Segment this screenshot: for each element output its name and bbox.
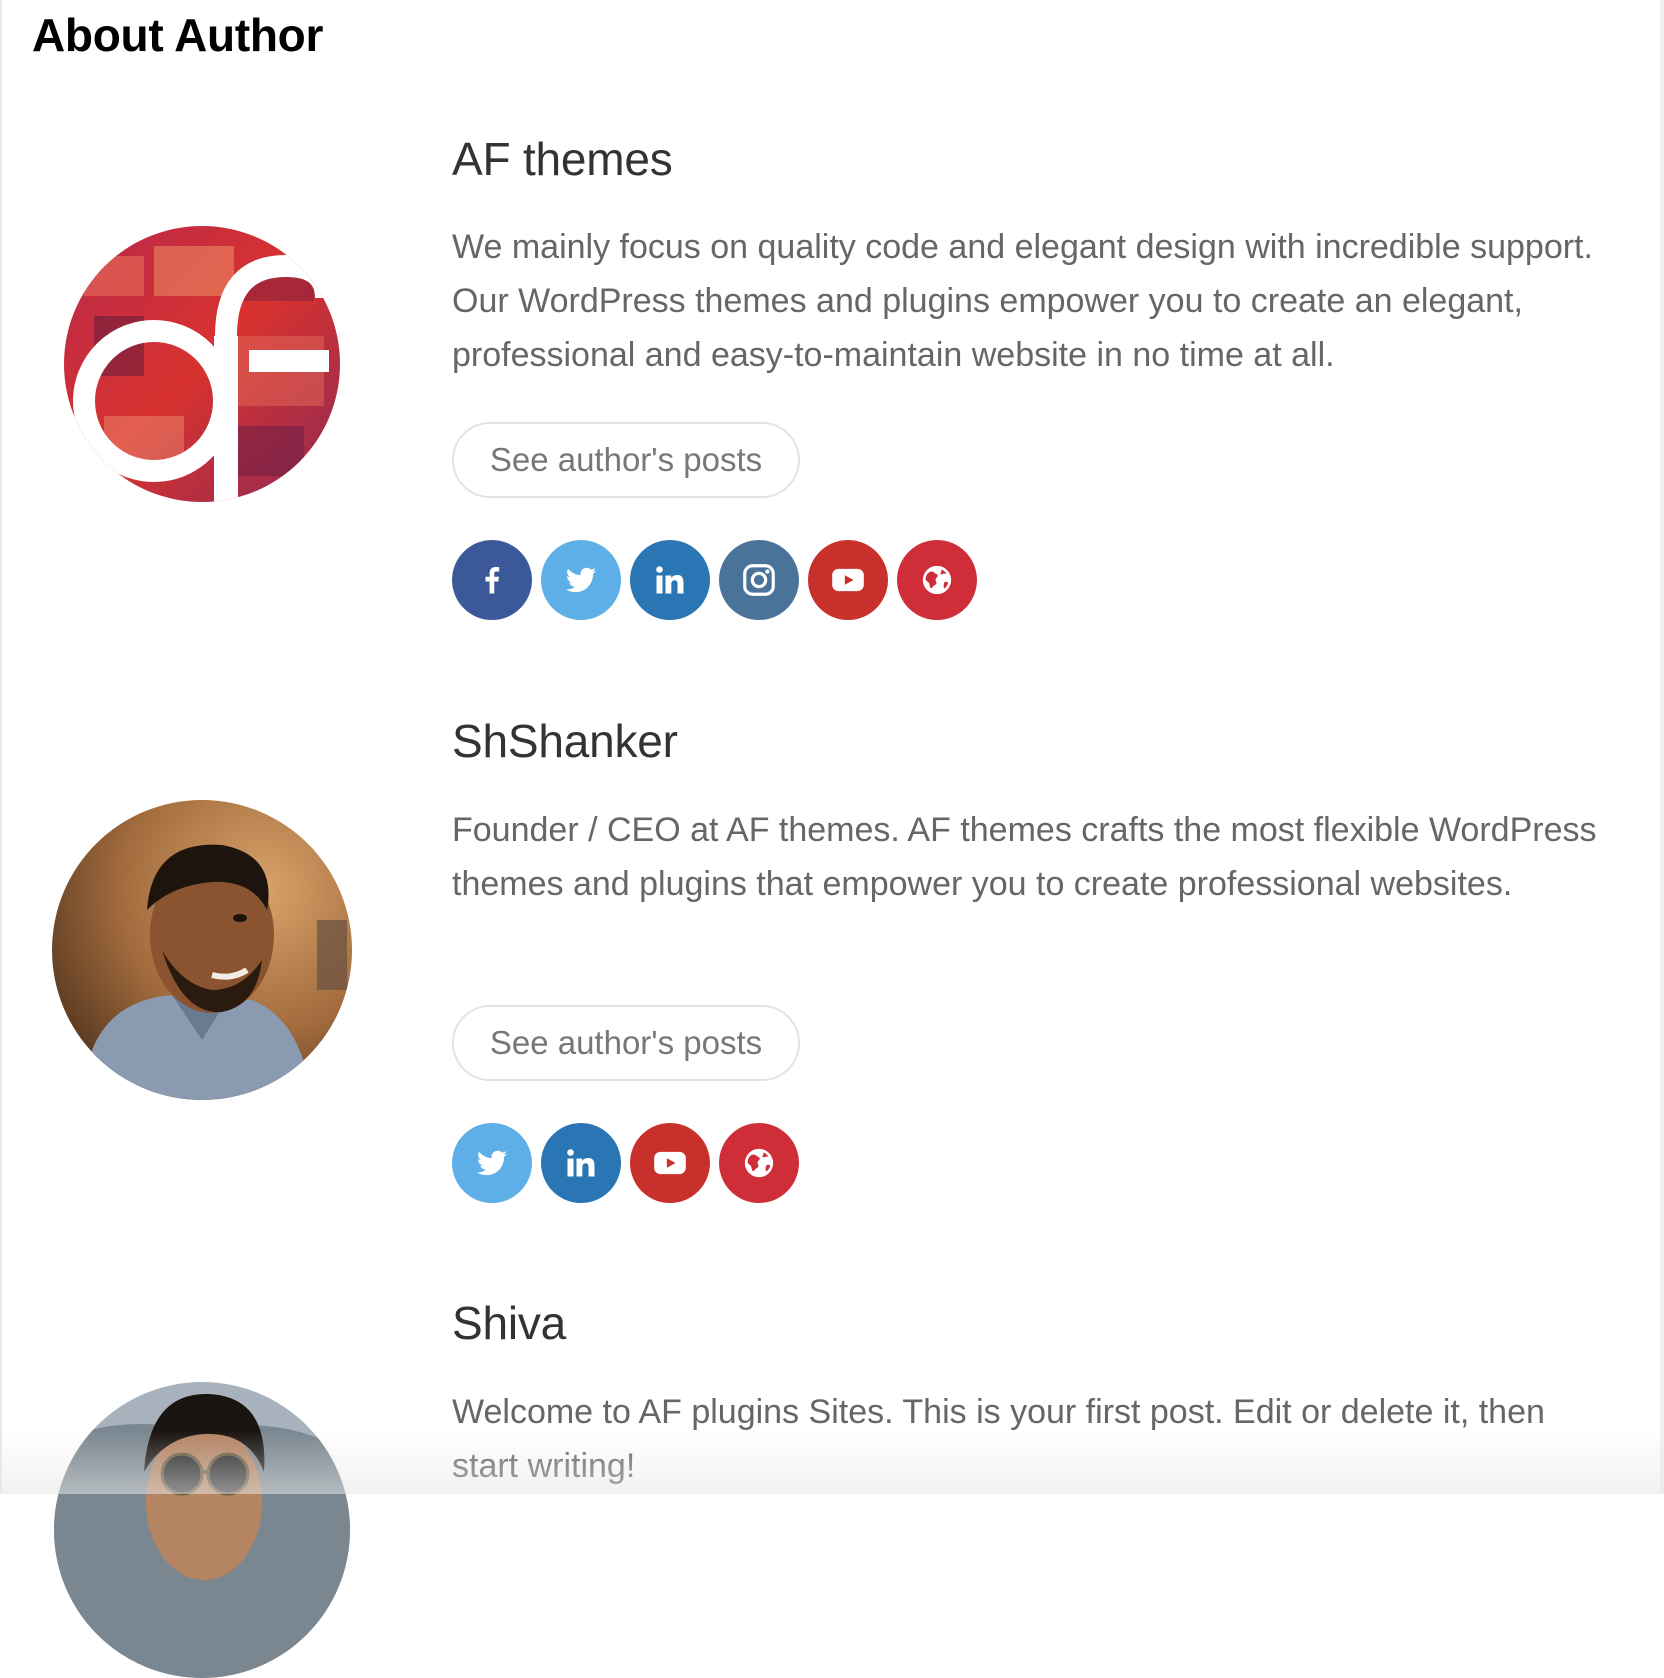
linkedin-icon: [656, 566, 684, 594]
social-links: [452, 1123, 808, 1203]
author-name: ShShanker: [452, 715, 678, 767]
person-photo-icon: [54, 1382, 350, 1678]
social-links: [452, 540, 986, 620]
youtube-icon: [832, 568, 864, 592]
author-name: Shiva: [452, 1297, 567, 1349]
facebook-icon: [485, 566, 500, 594]
instagram-link[interactable]: [719, 540, 799, 620]
instagram-icon: [743, 564, 775, 596]
globe-icon: [744, 1148, 774, 1178]
page-left-border: [0, 0, 2, 1494]
shshanker-avatar[interactable]: [52, 800, 352, 1100]
page-right-border: [1660, 0, 1664, 1494]
see-author-posts-button[interactable]: See author's posts: [452, 1005, 800, 1081]
youtube-link[interactable]: [630, 1123, 710, 1203]
section-heading: About Author: [32, 9, 324, 61]
website-link[interactable]: [897, 540, 977, 620]
globe-icon: [922, 565, 952, 595]
website-link[interactable]: [719, 1123, 799, 1203]
see-author-posts-button[interactable]: See author's posts: [452, 422, 800, 498]
af-themes-logo-avatar[interactable]: [64, 226, 340, 502]
linkedin-link[interactable]: [541, 1123, 621, 1203]
shiva-avatar[interactable]: [54, 1382, 350, 1678]
author-name: AF themes: [452, 133, 673, 185]
facebook-link[interactable]: [452, 540, 532, 620]
author-bio: Founder / CEO at AF themes. AF themes cr…: [452, 811, 1597, 903]
youtube-link[interactable]: [808, 540, 888, 620]
twitter-link[interactable]: [541, 540, 621, 620]
twitter-icon: [566, 567, 596, 593]
bottom-fade-overlay: [0, 1430, 1664, 1494]
linkedin-icon: [567, 1149, 595, 1177]
linkedin-link[interactable]: [630, 540, 710, 620]
twitter-icon: [477, 1150, 507, 1176]
author-bio: We mainly focus on quality code and eleg…: [452, 228, 1593, 374]
youtube-icon: [654, 1151, 686, 1175]
af-logo-icon: [64, 226, 340, 502]
person-photo-icon: [52, 800, 352, 1100]
twitter-link[interactable]: [452, 1123, 532, 1203]
